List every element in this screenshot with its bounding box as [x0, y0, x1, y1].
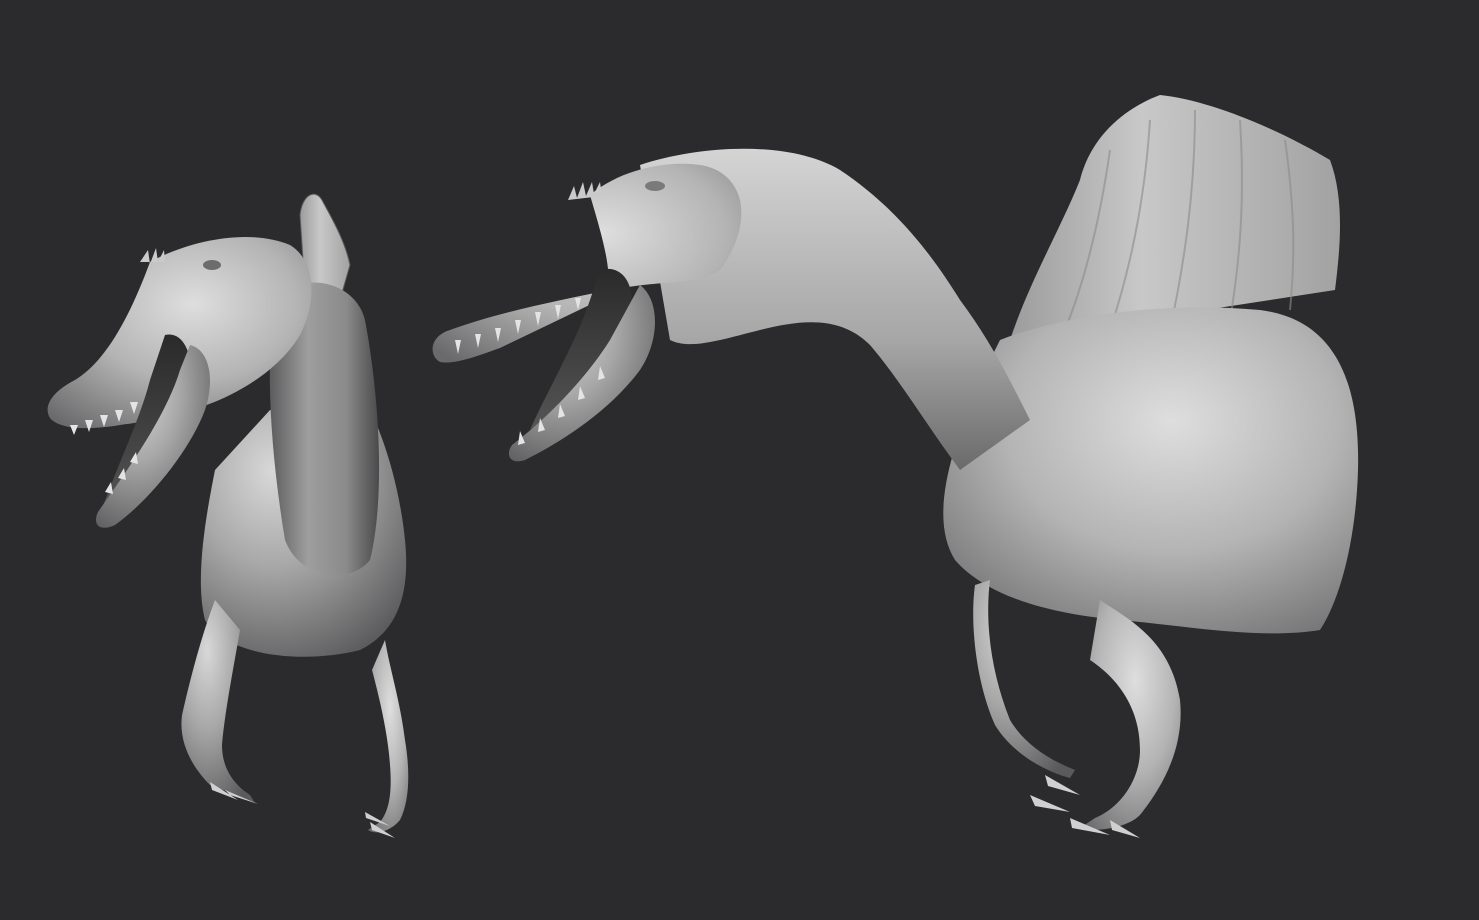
viewport-canvas[interactable] — [0, 0, 1479, 920]
eye-side-view — [645, 181, 665, 191]
sculpt-viewport[interactable] — [0, 0, 1479, 920]
eye-front-view — [203, 260, 221, 270]
torso-side-view — [943, 307, 1359, 634]
